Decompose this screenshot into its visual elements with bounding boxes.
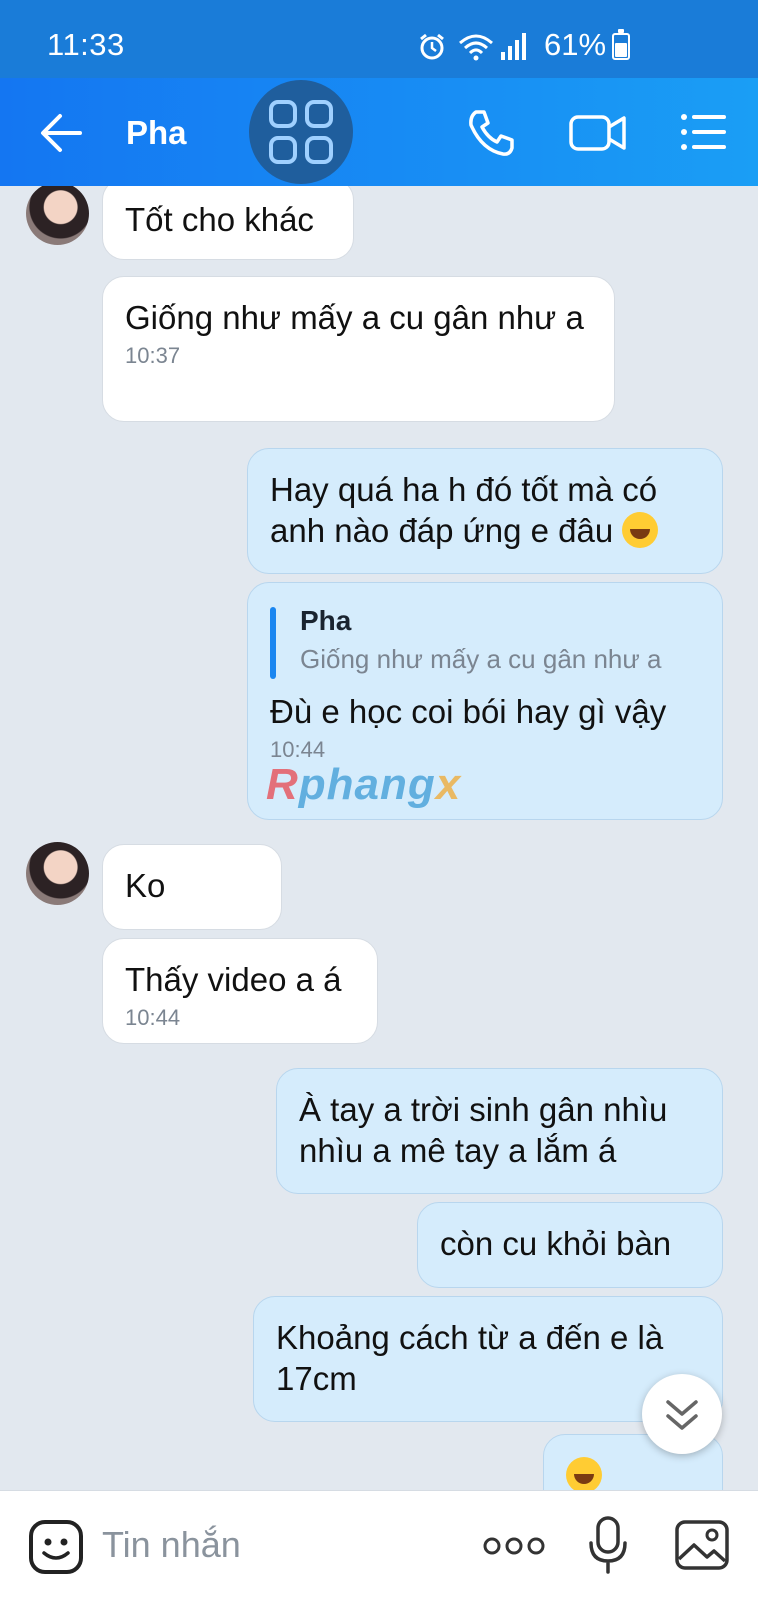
message-incoming[interactable]: Thấy video a á 10:44 xyxy=(102,938,378,1044)
watermark-middle: phang xyxy=(298,760,436,809)
message-outgoing[interactable]: À tay a trời sinh gân nhìu nhìu a mê tay… xyxy=(276,1068,723,1194)
composer-bar xyxy=(0,1490,758,1600)
battery-percent: 61% xyxy=(544,27,607,62)
video-call-icon[interactable] xyxy=(569,110,627,156)
message-outgoing[interactable]: Hay quá ha h đó tốt mà có anh nào đáp ứn… xyxy=(247,448,723,574)
message-time: 10:44 xyxy=(125,1005,181,1030)
message-text: Thấy video a á xyxy=(125,961,342,998)
menu-list-icon[interactable] xyxy=(680,112,728,152)
message-time: 10:37 xyxy=(125,343,181,368)
message-text: Khoảng cách từ a đến e là 17cm xyxy=(276,1319,664,1397)
scroll-to-bottom-button[interactable] xyxy=(642,1374,722,1454)
phone-call-icon[interactable] xyxy=(466,108,516,158)
grid-icon xyxy=(269,100,333,164)
contact-avatar[interactable] xyxy=(26,842,89,905)
message-incoming[interactable]: Tốt cho khác xyxy=(102,186,354,260)
quote-bar xyxy=(270,607,276,679)
laughing-emoji-icon xyxy=(622,512,659,548)
quoted-message[interactable]: Pha Giống như mấy a cu gân như a xyxy=(270,603,700,679)
message-list[interactable]: Tốt cho khác Giống như mấy a cu gân như … xyxy=(0,186,758,1490)
alarm-icon xyxy=(420,33,444,60)
chat-header: Pha xyxy=(0,78,758,186)
status-bar: 11:33 61% xyxy=(0,0,758,78)
apps-grid-button[interactable] xyxy=(249,80,353,184)
sticker-icon[interactable] xyxy=(28,1519,84,1575)
battery-icon xyxy=(612,29,630,60)
message-incoming[interactable]: Ko xyxy=(102,844,282,930)
back-arrow-icon[interactable] xyxy=(38,110,86,156)
message-text: Giống như mấy a cu gân như a xyxy=(125,299,584,336)
message-text: Hay quá ha h đó tốt mà có anh nào đáp ứn… xyxy=(270,471,658,549)
watermark-first: R xyxy=(266,760,299,809)
status-time: 11:33 xyxy=(47,27,125,62)
message-incoming[interactable]: Giống như mấy a cu gân như a 10:37 xyxy=(102,276,615,422)
double-chevron-down-icon xyxy=(666,1400,698,1430)
emoji-icon xyxy=(566,1457,602,1490)
message-outgoing[interactable]: còn cu khỏi bàn xyxy=(417,1202,723,1288)
image-gallery-icon[interactable] xyxy=(674,1519,730,1571)
more-options-icon[interactable] xyxy=(482,1531,546,1561)
message-text: Tốt cho khác xyxy=(125,201,314,238)
microphone-icon[interactable] xyxy=(588,1515,628,1575)
message-text: À tay a trời sinh gân nhìu nhìu a mê tay… xyxy=(299,1091,668,1169)
chat-title[interactable]: Pha xyxy=(126,114,187,152)
message-text: còn cu khỏi bàn xyxy=(440,1225,672,1262)
message-text: Ko xyxy=(125,867,166,904)
quote-text: Giống như mấy a cu gân như a xyxy=(300,644,662,674)
message-input[interactable] xyxy=(102,1517,442,1573)
quote-sender: Pha xyxy=(300,605,352,636)
wifi-icon xyxy=(459,34,493,61)
contact-avatar[interactable] xyxy=(26,186,89,245)
message-text: Đù e học coi bói hay gì vậy xyxy=(270,693,667,730)
watermark-logo: Rphangx xyxy=(266,760,461,810)
watermark-last: x xyxy=(435,760,462,809)
signal-icon xyxy=(501,33,526,60)
